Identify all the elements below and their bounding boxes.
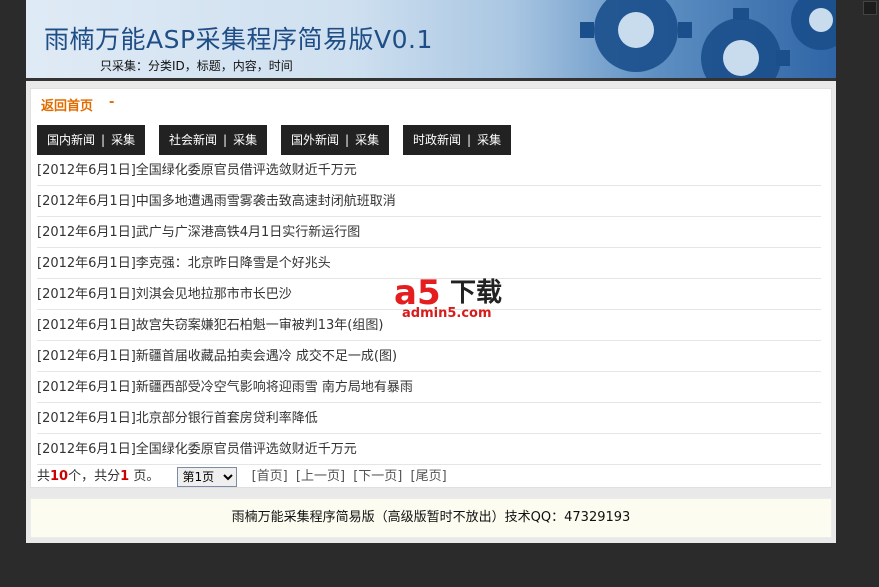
app-subtitle: 只采集：分类ID，标题，内容，时间 — [100, 59, 293, 73]
next-page-link[interactable]: [下一页] — [353, 469, 402, 484]
app-title: 雨楠万能ASP采集程序简易版V0.1 — [44, 25, 433, 54]
pager-prefix: 共 — [37, 469, 51, 484]
footer: 雨楠万能采集程序简易版（高级版暂时不放出）技术QQ：47329193 — [30, 498, 832, 538]
tab-collect-link[interactable]: 采集 — [233, 133, 257, 147]
tab-domestic-news: 国内新闻 | 采集 — [37, 125, 146, 155]
tab-collect-link[interactable]: 采集 — [355, 133, 379, 147]
page-count: 1 — [120, 469, 130, 484]
page-container: 雨楠万能ASP采集程序简易版V0.1 只采集：分类ID，标题，内容，时间 返回首… — [26, 0, 836, 543]
pager-suffix: 页。 — [133, 469, 160, 484]
header-banner: 雨楠万能ASP采集程序简易版V0.1 只采集：分类ID，标题，内容，时间 — [26, 0, 836, 80]
watermark-url: admin5.com — [402, 306, 492, 321]
tab-separator: | — [345, 133, 350, 147]
tab-category-link[interactable]: 时政新闻 — [413, 133, 461, 147]
news-item[interactable]: [2012年6月1日]新疆首届收藏品拍卖会遇冷 成交不足一成(图) — [37, 341, 821, 372]
news-item[interactable]: [2012年6月1日]北京部分银行首套房贷利率降低 — [37, 403, 821, 434]
tab-collect-link[interactable]: 采集 — [111, 133, 135, 147]
gear-decoration-icon — [580, 0, 836, 80]
news-item[interactable]: [2012年6月1日]中国多地遭遇雨雪雾袭击致高速封闭航班取消 — [37, 186, 821, 217]
tab-politics-news: 时政新闻 | 采集 — [403, 125, 512, 155]
scroll-up-button[interactable] — [863, 1, 877, 15]
home-link[interactable]: 返回首页 — [41, 95, 93, 114]
tab-category-link[interactable]: 国外新闻 — [291, 133, 339, 147]
tab-separator: | — [223, 133, 228, 147]
news-item[interactable]: [2012年6月1日]全国绿化委原官员借评选敛财近千万元 — [37, 434, 821, 465]
tab-social-news: 社会新闻 | 采集 — [159, 125, 268, 155]
watermark-logo: a5 下载 admin5.com — [394, 276, 544, 326]
pager-mid: 个，共分 — [68, 469, 121, 484]
tab-separator: | — [101, 133, 106, 147]
prev-page-link[interactable]: [上一页] — [296, 469, 345, 484]
last-page-link[interactable]: [尾页] — [411, 469, 447, 484]
pagination: 共10个，共分1 页。 第1页 [首页] [上一页] [下一页] [尾页] — [37, 465, 447, 489]
watermark-label: 下载 — [450, 278, 503, 308]
first-page-link[interactable]: [首页] — [252, 469, 288, 484]
home-dash: - — [109, 95, 115, 110]
tab-foreign-news: 国外新闻 | 采集 — [281, 125, 390, 155]
tab-separator: | — [467, 133, 472, 147]
watermark-brand: a5 — [394, 273, 441, 313]
news-item[interactable]: [2012年6月1日]新疆西部受冷空气影响将迎雨雪 南方局地有暴雨 — [37, 372, 821, 403]
page-select[interactable]: 第1页 — [177, 466, 238, 487]
total-count: 10 — [50, 469, 69, 484]
tab-collect-link[interactable]: 采集 — [477, 133, 501, 147]
tab-category-link[interactable]: 国内新闻 — [47, 133, 95, 147]
tab-category-link[interactable]: 社会新闻 — [169, 133, 217, 147]
header-divider — [26, 78, 836, 81]
news-item[interactable]: [2012年6月1日]全国绿化委原官员借评选敛财近千万元 — [37, 155, 821, 186]
news-item[interactable]: [2012年6月1日]武广与广深港高铁4月1日实行新运行图 — [37, 217, 821, 248]
scrollbar[interactable] — [862, 0, 879, 587]
